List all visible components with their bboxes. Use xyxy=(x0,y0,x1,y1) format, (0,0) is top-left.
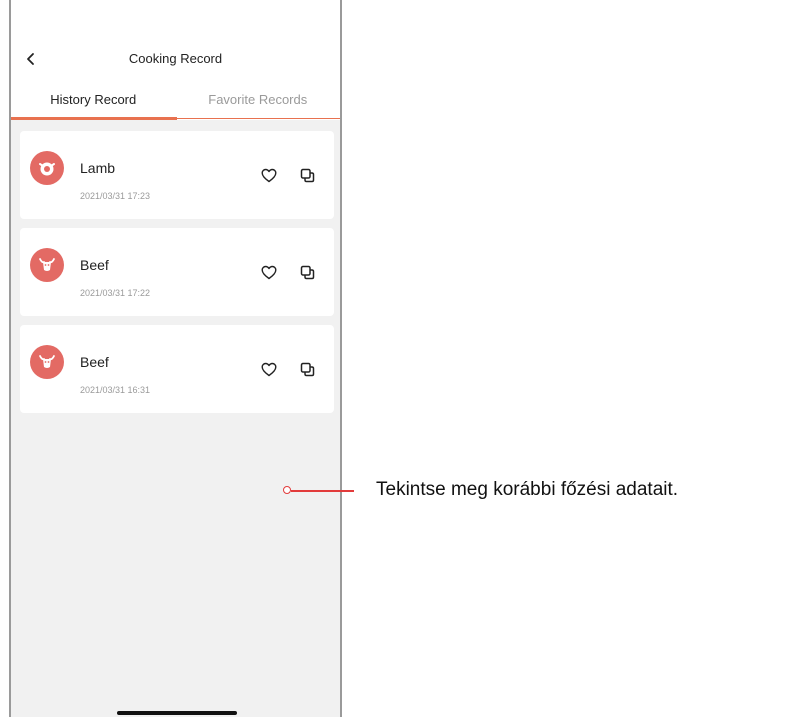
heart-icon xyxy=(261,168,277,182)
record-name: Lamb xyxy=(80,160,116,176)
record-card[interactable]: Beef 2021/03/31 16:31 xyxy=(20,325,334,413)
tab-history-record[interactable]: History Record xyxy=(11,88,176,120)
callout-line xyxy=(291,490,354,492)
copy-icon xyxy=(300,168,314,182)
record-card[interactable]: Beef 2021/03/31 17:22 xyxy=(20,228,334,316)
phone-screen: Cooking Record History Record Favorite R… xyxy=(9,0,342,717)
copy-button[interactable] xyxy=(298,263,316,281)
copy-icon xyxy=(300,265,314,279)
heart-icon xyxy=(261,362,277,376)
copy-icon xyxy=(300,362,314,376)
page-title: Cooking Record xyxy=(128,51,223,66)
record-card[interactable]: Lamb 2021/03/31 17:23 xyxy=(20,131,334,219)
record-date: 2021/03/31 17:22 xyxy=(80,288,151,298)
tab-divider xyxy=(177,118,340,119)
copy-button[interactable] xyxy=(298,166,316,184)
favorite-button[interactable] xyxy=(260,360,278,378)
favorite-button[interactable] xyxy=(260,166,278,184)
home-indicator xyxy=(117,711,237,715)
record-name: Beef xyxy=(80,257,109,273)
tab-bar: History Record Favorite Records xyxy=(11,88,340,120)
active-tab-indicator xyxy=(11,117,177,120)
callout-dot xyxy=(283,486,291,494)
beef-icon xyxy=(30,248,64,282)
callout-text: Tekintse meg korábbi főzési adatait. xyxy=(376,479,679,500)
record-list: Lamb 2021/03/31 17:23 Beef 2021/03/31 17… xyxy=(20,131,334,422)
tab-favorite-records[interactable]: Favorite Records xyxy=(176,88,341,120)
copy-button[interactable] xyxy=(298,360,316,378)
heart-icon xyxy=(261,265,277,279)
record-date: 2021/03/31 17:23 xyxy=(80,191,151,201)
beef-icon xyxy=(30,345,64,379)
record-date: 2021/03/31 16:31 xyxy=(80,385,151,395)
top-bar: Cooking Record History Record Favorite R… xyxy=(11,0,340,120)
lamb-icon xyxy=(30,151,64,185)
favorite-button[interactable] xyxy=(260,263,278,281)
record-name: Beef xyxy=(80,354,109,370)
